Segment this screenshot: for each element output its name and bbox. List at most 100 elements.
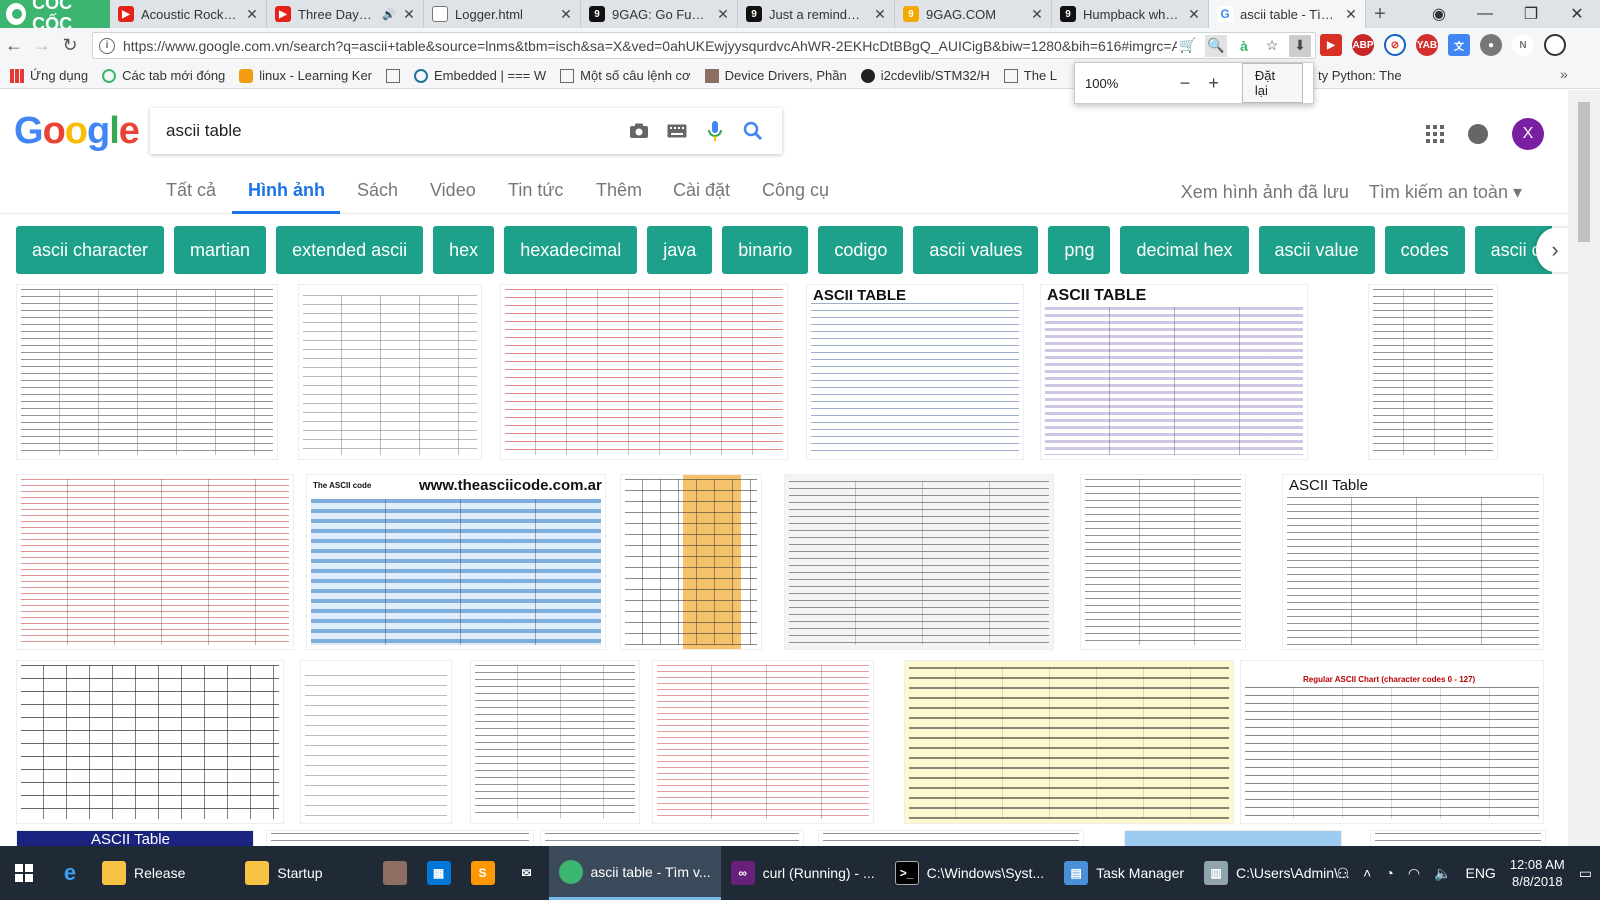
search-icon[interactable] — [742, 120, 764, 142]
wifi-icon[interactable]: ◠ — [1408, 865, 1420, 882]
tab-all[interactable]: Tất cả — [166, 180, 216, 201]
image-result[interactable] — [16, 284, 278, 460]
bookmark-item[interactable]: Một số câu lệnh cơ — [560, 68, 691, 83]
chip[interactable]: hexadecimal — [504, 226, 638, 274]
bookmark-item[interactable]: The L — [1003, 68, 1057, 83]
adblock-icon[interactable]: ABP — [1352, 34, 1374, 56]
browser-tab[interactable]: ▶ Three Days Grac 🔊 ✕ — [267, 0, 424, 28]
zoom-reset-button[interactable]: Đặt lại — [1241, 63, 1303, 103]
tab-tools[interactable]: Công cụ — [762, 180, 829, 201]
chip[interactable]: decimal hex — [1120, 226, 1249, 274]
tab-settings[interactable]: Cài đặt — [673, 180, 730, 201]
taskbar-item[interactable]: ✉ — [505, 846, 549, 900]
zoom-in-button[interactable]: + — [1199, 73, 1228, 94]
minimize-button[interactable]: — — [1462, 5, 1508, 23]
star-icon[interactable]: ☆ — [1261, 35, 1283, 57]
browser-tab[interactable]: Logger.html ✕ — [424, 0, 581, 28]
apps-grid-icon[interactable] — [1426, 125, 1444, 143]
browser-tab[interactable]: 9 9GAG: Go Fun The ✕ — [581, 0, 738, 28]
close-icon[interactable]: ✕ — [560, 6, 572, 23]
image-result[interactable] — [1370, 830, 1546, 846]
speaker-icon[interactable]: 🔊 — [382, 8, 396, 21]
people-icon[interactable]: ⚇ — [1337, 865, 1350, 882]
chip[interactable]: martian — [174, 226, 267, 274]
download-icon[interactable]: ⬇ — [1289, 34, 1311, 57]
taskbar-item[interactable]: ∞ curl (Running) - ... — [721, 846, 885, 900]
image-result[interactable] — [1368, 284, 1498, 460]
bookmark-item[interactable]: Embedded | === W — [414, 68, 546, 83]
tab-images[interactable]: Hình ảnh — [248, 180, 325, 201]
image-result[interactable]: Regular ASCII Chart (character codes 0 -… — [1240, 660, 1544, 824]
close-icon[interactable]: ✕ — [717, 6, 729, 23]
search-input[interactable]: ascii table — [150, 108, 782, 154]
close-icon[interactable]: ✕ — [403, 6, 415, 23]
new-tab-button[interactable]: + — [1366, 0, 1394, 28]
image-result[interactable] — [266, 830, 534, 846]
camera-icon[interactable] — [628, 120, 650, 142]
clock[interactable]: 12:08 AM 8/8/2018 — [1510, 856, 1565, 890]
close-icon[interactable]: ✕ — [246, 6, 258, 23]
profile-icon[interactable]: ◉ — [1416, 4, 1462, 24]
chip[interactable]: png — [1048, 226, 1111, 274]
zoom-icon[interactable]: 🔍 — [1205, 34, 1227, 57]
close-icon[interactable]: ✕ — [1345, 6, 1357, 23]
info-icon[interactable]: i — [99, 37, 115, 54]
chip[interactable]: ascii character — [16, 226, 165, 274]
taskbar-item[interactable]: Startup — [235, 846, 332, 900]
chip[interactable]: ascii values — [913, 226, 1039, 274]
close-window-button[interactable]: ✕ — [1554, 4, 1600, 24]
browser-tab[interactable]: ▶ Acoustic Rock 1990 ✕ — [110, 0, 267, 28]
chip[interactable]: java — [647, 226, 713, 274]
forward-button[interactable]: → — [28, 35, 56, 56]
volume-icon[interactable]: 🔈 — [1434, 865, 1451, 882]
chip[interactable]: ascii value — [1258, 226, 1375, 274]
keyboard-icon[interactable] — [666, 120, 688, 142]
image-result[interactable] — [298, 284, 482, 460]
network-icon[interactable]: ◔ — [1385, 865, 1393, 881]
zoom-out-button[interactable]: − — [1171, 73, 1200, 94]
browser-tab[interactable]: 9 Humpback whales ✕ — [1052, 0, 1209, 28]
image-result[interactable] — [652, 660, 874, 824]
image-result[interactable] — [1124, 830, 1342, 846]
taskbar-item[interactable]: Release — [92, 846, 195, 900]
coccoc-translate-icon[interactable]: à — [1233, 35, 1255, 57]
browser-tab[interactable]: 9 Just a reminder tha ✕ — [738, 0, 895, 28]
image-result[interactable]: The ASCII code www.theasciicode.com.ar — [306, 474, 606, 650]
image-result[interactable] — [540, 830, 804, 846]
notifications-icon[interactable] — [1468, 124, 1488, 144]
tab-more[interactable]: Thêm — [596, 180, 642, 201]
bookmark-item[interactable]: Các tab mới đóng — [102, 68, 225, 83]
bookmark-item[interactable] — [386, 68, 401, 83]
image-result[interactable] — [818, 830, 1084, 846]
cart-icon[interactable]: 🛒 — [1177, 35, 1199, 57]
chip[interactable]: codes — [1384, 226, 1465, 274]
bookmark-apps[interactable]: Ứng dụng — [10, 68, 88, 83]
avatar[interactable]: X — [1512, 118, 1544, 150]
image-result[interactable] — [904, 660, 1234, 824]
image-result[interactable] — [470, 660, 640, 824]
close-icon[interactable]: ✕ — [874, 6, 886, 23]
image-result[interactable]: ASCII TABLE — [1040, 284, 1308, 460]
search-query[interactable]: ascii table — [166, 121, 628, 141]
tab-video[interactable]: Video — [430, 180, 476, 201]
taskbar-item[interactable]: >_ C:\Windows\Syst... — [885, 846, 1054, 900]
taskbar-item[interactable]: e — [48, 846, 92, 900]
chip[interactable]: extended ascii — [276, 226, 424, 274]
taskbar-item[interactable]: S — [461, 846, 505, 900]
reload-button[interactable]: ↻ — [56, 35, 84, 56]
yab-icon[interactable]: YAB — [1416, 34, 1438, 56]
taskbar-item-active[interactable]: ascii table - Tìm v... — [548, 846, 721, 900]
image-result[interactable] — [1080, 474, 1246, 650]
url-text[interactable]: https://www.google.com.vn/search?q=ascii… — [123, 38, 1177, 54]
taskbar-item[interactable]: ▦ — [417, 846, 461, 900]
image-result[interactable] — [784, 474, 1054, 650]
image-result[interactable] — [16, 474, 294, 650]
coccoc-logo[interactable]: CỐC CỐC — [0, 0, 110, 34]
block-icon[interactable]: ⊘ — [1384, 34, 1406, 56]
browser-tab[interactable]: 9 9GAG.COM ✕ — [895, 0, 1052, 28]
scrollbar-thumb[interactable] — [1578, 102, 1590, 242]
extension-icon[interactable]: ● — [1480, 34, 1502, 56]
image-result[interactable]: ASCII Table — [16, 830, 254, 846]
close-icon[interactable]: ✕ — [1188, 6, 1200, 23]
tab-books[interactable]: Sách — [357, 180, 398, 201]
